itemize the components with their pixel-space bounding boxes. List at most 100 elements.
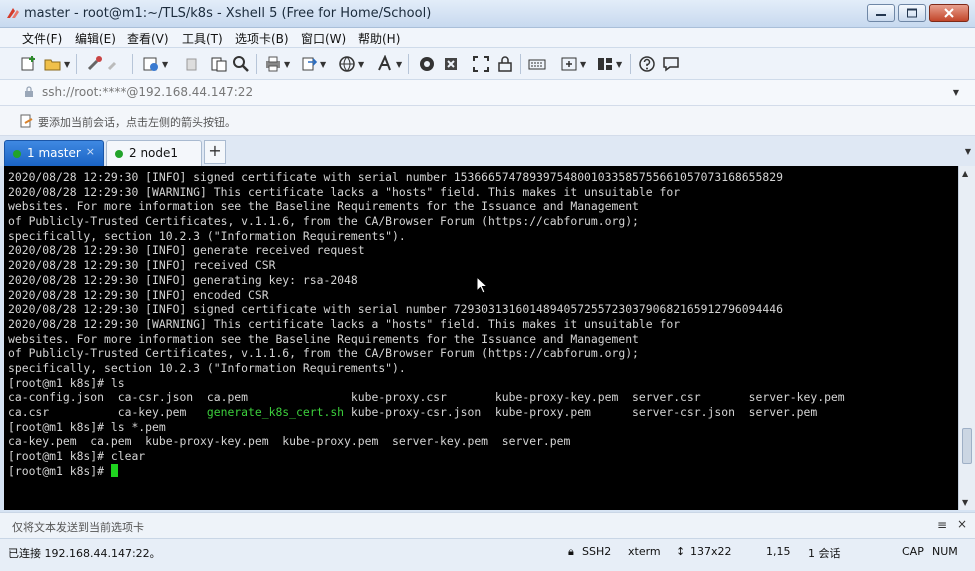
disconnect-icon[interactable] [106,55,124,73]
lock-icon: 🔒︎ [568,545,574,558]
menu-icon[interactable]: ≡ [937,518,947,532]
terminal-line: specifically, section 10.2.3 ("Informati… [8,361,958,376]
resize-icon: ↕︎ [676,545,686,558]
minimize-button[interactable] [867,4,895,22]
scrollbar-thumb[interactable] [962,428,972,464]
new-session-icon[interactable] [20,55,38,73]
status-bar: 已连接 192.168.44.147:22。 🔒︎ SSH2 xterm ↕︎ … [0,538,975,571]
close-icon[interactable]: × [957,517,967,531]
tab-node1[interactable]: 2 node1 [106,140,202,166]
terminal-cursor [110,463,118,477]
compose-bar: 仅将文本发送到当前选项卡 ≡ × [0,512,975,538]
arrow-icon[interactable] [20,114,34,128]
print-dropdown-icon[interactable]: ▼ [284,60,290,69]
terminal-scrollbar[interactable]: ▲ ▼ [958,166,975,510]
lock-icon[interactable] [496,55,514,73]
plus-icon: + [208,141,222,160]
terminal-text: [root@m1 k8s]# [8,463,111,478]
terminal-text: kube-proxy-csr.json kube-proxy.pem serve… [344,405,818,419]
terminal-text: ca.csr ca-key.pem [8,405,207,419]
chat-icon[interactable] [662,55,680,73]
menu-view[interactable]: 查看(V) [127,30,169,47]
menu-edit[interactable]: 编辑(E) [75,30,116,47]
menu-tools[interactable]: 工具(T) [182,30,223,47]
globe-dropdown-icon[interactable]: ▼ [358,60,364,69]
terminal-text: specifically, section 10.2.3 ("Informati… [8,228,406,243]
mouse-pointer-icon [476,276,488,294]
tab-master[interactable]: 1 master × [4,140,104,166]
keyboard-icon[interactable] [528,55,546,73]
protocol-status: SSH2 [582,545,612,558]
terminal-line: [root@m1 k8s]# ls *.pem [8,420,958,435]
terminal-line: [root@m1 k8s]# [8,463,958,479]
terminal-text: [root@m1 k8s]# ls [8,375,125,390]
menu-help[interactable]: 帮助(H) [358,30,400,47]
print-icon[interactable] [264,55,282,73]
terminal-text: 2020/08/28 12:29:30 [INFO] generate rece… [8,243,365,258]
maximize-button[interactable] [898,4,926,22]
window-title: master - root@m1:~/TLS/k8s - Xshell 5 (F… [24,6,432,21]
open-dropdown-icon[interactable]: ▼ [64,60,70,69]
help-icon[interactable] [638,55,656,73]
close-button[interactable] [929,4,969,22]
close-tab-icon[interactable]: × [86,145,95,158]
terminal-line: ca-config.json ca-csr.json ca.pem kube-p… [8,390,958,405]
menu-file[interactable]: 文件(F) [22,30,62,47]
session-count-status: 1 会话 [808,547,841,560]
terminal-line: 2020/08/28 12:29:30 [INFO] generate rece… [8,243,958,258]
transfer-dropdown-icon[interactable]: ▼ [320,60,326,69]
terminal-text: 2020/08/28 12:29:30 [INFO] signed certif… [8,170,783,184]
terminal-type-status: xterm [628,545,661,558]
terminal-line: 2020/08/28 12:29:30 [INFO] received CSR [8,258,958,273]
terminal-text: websites. For more information see the B… [8,199,639,214]
new-tab-dropdown-icon[interactable]: ▼ [580,60,586,69]
terminal-text: 2020/08/28 12:29:30 [WARNING] This certi… [8,184,681,199]
terminal-size-status: 137x22 [690,545,732,558]
menu-window[interactable]: 窗口(W) [301,30,346,47]
new-tab-icon[interactable] [560,55,578,73]
terminal-line: websites. For more information see the B… [8,332,958,347]
title-bar[interactable]: master - root@m1:~/TLS/k8s - Xshell 5 (F… [0,0,975,28]
terminal-line: of Publicly-Trusted Certificates, v.1.1.… [8,214,958,229]
xshell-logo-icon [7,8,19,18]
connected-status-icon [115,150,123,158]
properties-icon[interactable] [142,55,160,73]
globe-icon[interactable] [338,55,356,73]
scroll-down-icon[interactable]: ▼ [962,498,968,507]
reconnect-icon[interactable] [86,55,104,73]
terminal-text: 2020/08/28 12:29:30 [INFO] generating ke… [8,272,358,287]
terminal-text: ca-key.pem ca.pem kube-proxy-key.pem kub… [8,434,571,449]
paste-icon[interactable] [210,55,228,73]
terminal-output[interactable]: 2020/08/28 12:29:30 [INFO] signed certif… [4,166,958,510]
open-folder-icon[interactable] [44,55,62,73]
tab-bar: 1 master × 2 node1 + ▼ [0,136,975,166]
address-input[interactable]: ssh://root:****@192.168.44.147:22 [42,85,253,99]
copy-icon[interactable] [184,55,202,73]
transfer-icon[interactable] [300,55,318,73]
xmanager-icon[interactable] [442,55,460,73]
terminal-text: [root@m1 k8s]# ls *.pem [8,419,166,434]
add-tab-button[interactable]: + [204,140,226,164]
address-dropdown-icon[interactable]: ▼ [953,88,959,97]
scroll-up-icon[interactable]: ▲ [962,169,968,178]
search-icon[interactable] [232,55,250,73]
terminal-text: 2020/08/28 12:29:30 [INFO] encoded CSR [8,287,269,302]
properties-dropdown-icon[interactable]: ▼ [162,60,168,69]
terminal-text: specifically, section 10.2.3 ("Informati… [8,360,406,375]
layout-dropdown-icon[interactable]: ▼ [616,60,622,69]
menu-tabs[interactable]: 选项卡(B) [235,30,289,47]
compose-input[interactable]: 仅将文本发送到当前选项卡 [12,519,144,535]
fullscreen-icon[interactable] [472,55,490,73]
font-dropdown-icon[interactable]: ▼ [396,60,402,69]
tab-list-dropdown-icon[interactable]: ▼ [965,147,971,156]
xftp-icon[interactable] [418,55,436,73]
terminal-text: 2020/08/28 12:29:30 [INFO] signed certif… [8,302,783,317]
terminal-text: [root@m1 k8s]# clear [8,449,146,464]
tab-label: 1 master [27,146,81,160]
address-bar: ssh://root:****@192.168.44.147:22 ▼ [0,80,975,106]
font-icon[interactable] [376,55,394,73]
layout-icon[interactable] [596,55,614,73]
close-icon [944,8,954,18]
terminal-line: [root@m1 k8s]# ls [8,376,958,391]
terminal-text: of Publicly-Trusted Certificates, v.1.1.… [8,214,639,229]
